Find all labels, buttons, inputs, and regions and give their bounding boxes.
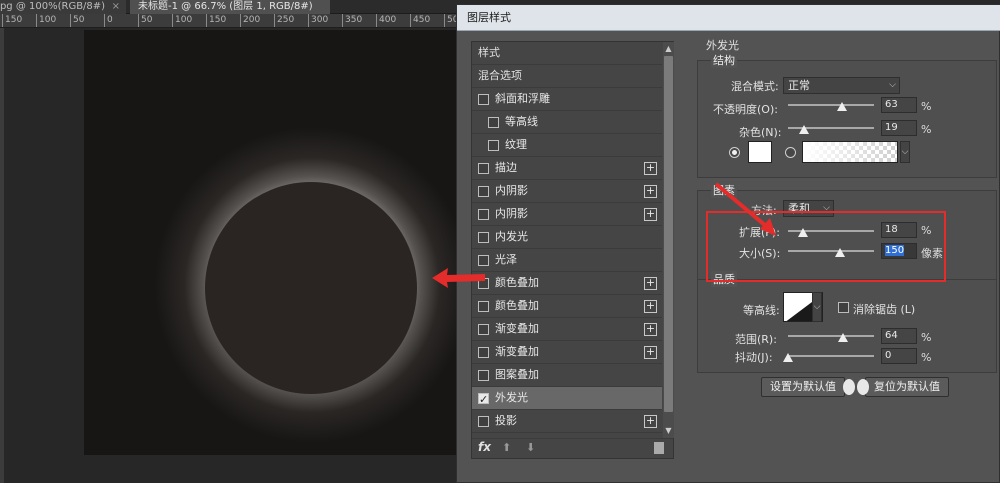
- annotation-arrow-diagonal: [714, 182, 768, 228]
- annotation-arrows: [432, 182, 776, 288]
- annotation-arrow-left: [432, 268, 485, 288]
- screenshot-root: { "ps": { "tab1_label": ".jpg @ 100%(RGB…: [0, 0, 1000, 483]
